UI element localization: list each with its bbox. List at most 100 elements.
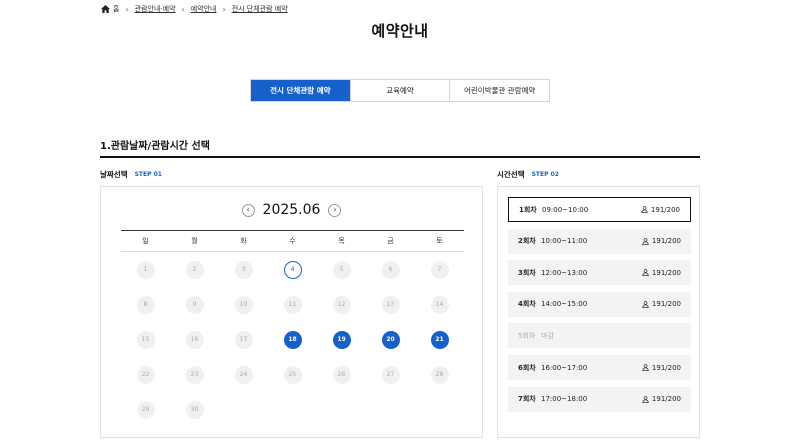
calendar-day-2: 2 [185,260,204,279]
calendar-cell: 18 [268,330,317,349]
date-label: 날짜선택 [100,170,128,179]
calendar-day-30: 30 [185,400,204,419]
time-slot-6[interactable]: 6회차 16:00~17:00 191/200 [508,355,691,380]
slot-round: 4회차 [518,300,536,309]
time-slot-5: 5회차 마감 [508,323,691,349]
slot-capacity: 191/200 [641,206,680,214]
calendar-cell: 17 [219,330,268,349]
chevron-right-icon: › [222,4,226,14]
time-section-label: 시간선택 STEP 02 [497,169,559,180]
weekday-label: 일 [142,237,149,245]
calendar-day-22: 22 [136,365,155,384]
calendar-cell: 26 [317,365,366,384]
calendar-cell: 29 [121,400,170,419]
calendar-cell: 7 [415,260,464,279]
capacity-value: 191/200 [651,268,681,277]
calendar-day-21[interactable]: 21 [430,330,449,349]
calendar-day-16: 16 [185,330,204,349]
month-label: 2025.06 [262,202,321,218]
calendar-cell: 1 [121,260,170,279]
calendar-day-8: 8 [136,295,155,314]
capacity-value: 191/200 [650,205,680,214]
calendar-day-5: 5 [332,260,351,279]
time-slot-3[interactable]: 3회차 12:00~13:00 191/200 [508,260,691,286]
calendar-day-9: 9 [185,295,204,314]
calendar-day-3: 3 [234,260,253,279]
weekday-label: 목 [338,237,345,245]
calendar-day-13: 13 [381,295,400,314]
calendar-cell: 13 [366,295,415,314]
calendar-cell: 10 [219,295,268,314]
breadcrumb-item-1[interactable]: 관람안내·예약 [135,4,176,14]
calendar-cell: 19 [317,330,366,349]
section-title: 1.관람날짜/관람시간 선택 [100,141,210,152]
calendar-day-12: 12 [332,295,351,314]
calendar-day-19[interactable]: 19 [332,330,351,349]
calendar-day-4: 4 [283,260,302,279]
time-slot-4[interactable]: 4회차 14:00~15:00 191/200 [508,291,691,317]
slot-round: 7회차 [518,395,536,404]
slot-round: 6회차 [518,363,536,372]
calendar-day-29: 29 [136,400,155,419]
tab-education[interactable]: 교육예약 [349,80,450,101]
date-section-label: 날짜선택 STEP 01 [100,169,162,180]
capacity-value: 191/200 [651,395,681,404]
slot-capacity: 191/200 [642,237,681,245]
time-label: 시간선택 [497,170,525,179]
calendar-week-row: 22 23 24 25 26 27 28 [121,357,464,392]
tab-exhibition-group[interactable]: 전시 단체관람 예약 [251,80,350,101]
slot-time: 14:00~15:00 [541,300,588,309]
calendar-grid: 일월화수목금토 1 2 3 4 5 6 7 8 9 10 11 12 13 14 15 16 17 18 19 20 2… [121,230,464,427]
breadcrumb-home[interactable]: 홈 [113,4,119,14]
slot-capacity: 191/200 [642,395,681,403]
calendar-day-23: 23 [185,365,204,384]
chevron-right-icon: › [181,4,185,14]
capacity-value: 191/200 [651,237,681,246]
time-slot-1[interactable]: 1회차 09:00~10:00 191/200 [508,197,691,222]
slot-round: 2회차 [518,237,536,246]
calendar-day-17: 17 [234,330,253,349]
calendar-cell: 24 [219,365,268,384]
time-slot-2[interactable]: 2회차 10:00~11:00 191/200 [508,228,691,254]
calendar-cell: 14 [415,295,464,314]
calendar-week-row: 1 2 3 4 5 6 7 [121,252,464,287]
tab-bar: 전시 단체관람 예약 교육예약 어린이박물관 관람예약 [250,79,550,102]
calendar-cell: 21 [415,330,464,349]
slot-time: 12:00~13:00 [541,268,588,277]
section-divider [100,156,700,158]
calendar-day-28: 28 [430,365,449,384]
tab-childrens-museum[interactable]: 어린이박물관 관람예약 [449,80,549,101]
calendar-cell: 4 [268,260,317,279]
person-icon [641,206,651,213]
calendar-week-row: 29 30 [121,392,464,427]
breadcrumb-item-2[interactable]: 예약안내 [191,4,217,14]
calendar-day-20[interactable]: 20 [381,330,400,349]
month-navigation: ‹ 2025.06 › [101,202,482,218]
breadcrumb: 홈 › 관람안내·예약 › 예약안내 › 전시 단체관람 예약 [101,3,288,15]
calendar-cell: 12 [317,295,366,314]
slot-round: 5회차 [518,331,536,340]
capacity-value: 191/200 [651,300,681,309]
weekday-label: 토 [436,237,443,245]
person-icon [642,237,652,245]
slot-capacity: 191/200 [642,364,681,372]
slot-time: 09:00~10:00 [542,205,589,214]
slot-round: 3회차 [518,268,536,277]
chevron-right-icon[interactable]: › [328,203,342,217]
slot-capacity: 191/200 [642,300,681,308]
calendar-cell: 5 [317,260,366,279]
calendar-day-14: 14 [430,295,449,314]
slot-time: 17:00~18:00 [541,395,588,404]
calendar-day-6: 6 [381,260,400,279]
breadcrumb-item-3[interactable]: 전시 단체관람 예약 [232,4,288,14]
calendar-cell: 25 [268,365,317,384]
chevron-left-icon[interactable]: ‹ [241,203,255,217]
time-slot-7[interactable]: 7회차 17:00~18:00 191/200 [508,386,691,412]
calendar-day-24: 24 [234,365,253,384]
calendar-day-18[interactable]: 18 [283,330,302,349]
capacity-value: 191/200 [651,363,681,372]
calendar-day-25: 25 [283,365,302,384]
calendar-cell: 23 [170,365,219,384]
weekday-label: 화 [240,237,247,245]
home-icon[interactable] [101,5,110,13]
